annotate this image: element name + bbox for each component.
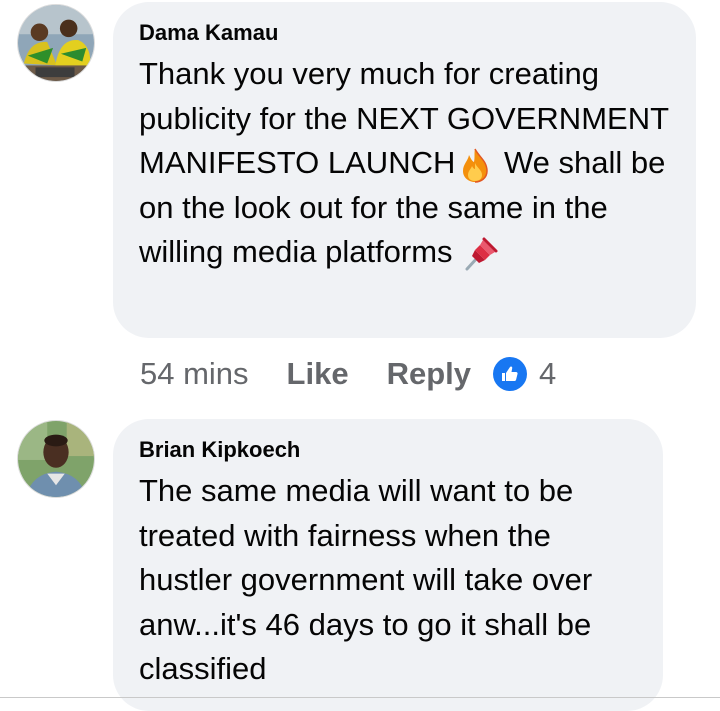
pushpin-icon <box>463 236 499 272</box>
comment-timestamp[interactable]: 54 mins <box>140 356 249 392</box>
comment-bubble-dama-kamau: Dama Kamau Thank you very much for creat… <box>113 2 696 338</box>
comment-bubble-brian-kipkoech: Brian Kipkoech The same media will want … <box>113 419 663 711</box>
reply-button[interactable]: Reply <box>387 356 471 392</box>
profile-photo-icon <box>18 421 94 497</box>
divider <box>0 697 720 698</box>
like-button[interactable]: Like <box>287 356 349 392</box>
fire-icon <box>457 147 493 183</box>
comment-author[interactable]: Dama Kamau <box>139 20 670 46</box>
comment-actions: 54 mins Like Reply 4 <box>140 352 556 396</box>
reaction-count[interactable]: 4 <box>539 356 556 392</box>
avatar-dama-kamau[interactable] <box>17 4 95 82</box>
comment-text: Thank you very much for creating publici… <box>139 52 670 275</box>
profile-photo-icon <box>18 5 94 81</box>
comment-text: The same media will want to be treated w… <box>139 473 593 687</box>
avatar-brian-kipkoech[interactable] <box>17 420 95 498</box>
like-reaction-icon[interactable] <box>493 357 527 391</box>
comment-author[interactable]: Brian Kipkoech <box>139 437 637 463</box>
